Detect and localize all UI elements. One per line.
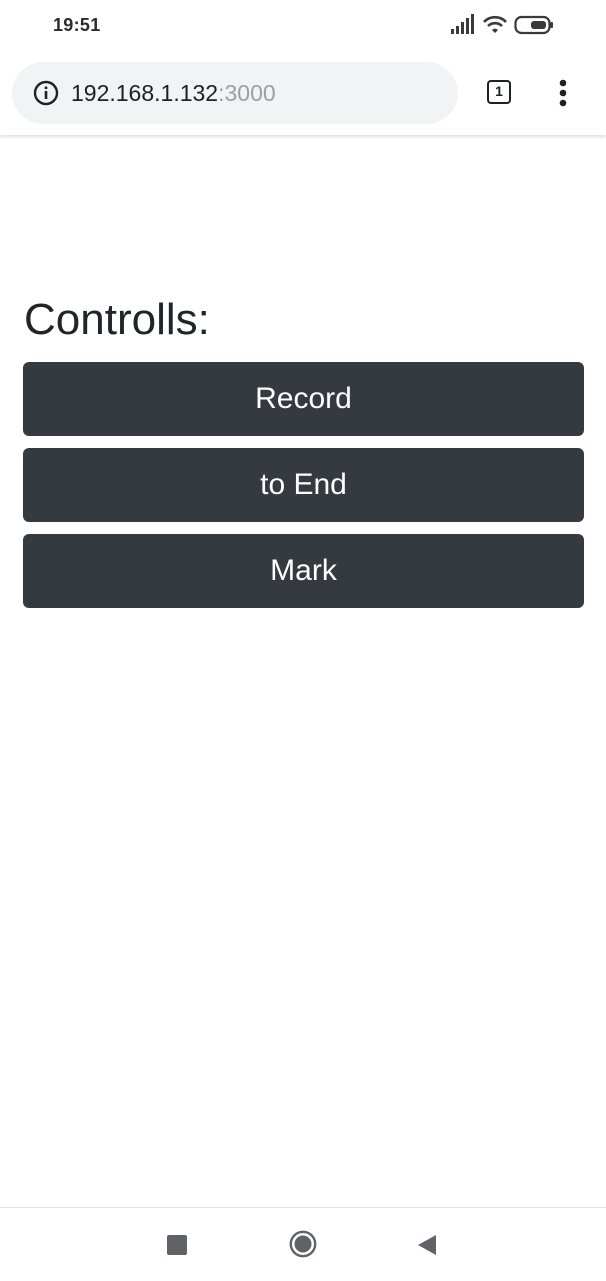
url-host: 192.168.1.132 bbox=[71, 80, 219, 106]
url-port: :3000 bbox=[218, 80, 276, 106]
recent-apps-icon[interactable] bbox=[167, 1235, 187, 1255]
info-icon[interactable] bbox=[33, 80, 59, 106]
to-end-button[interactable]: to End bbox=[23, 448, 584, 522]
navigation-bar bbox=[0, 1207, 606, 1281]
browser-toolbar: 192.168.1.132:3000 1 bbox=[0, 52, 606, 135]
signal-icon bbox=[451, 14, 474, 34]
back-icon[interactable] bbox=[415, 1232, 439, 1258]
status-bar: 19:51 bbox=[0, 0, 606, 52]
mark-button[interactable]: Mark bbox=[23, 534, 584, 608]
status-time: 19:51 bbox=[53, 15, 101, 35]
address-bar[interactable]: 192.168.1.132:3000 bbox=[12, 62, 458, 124]
more-vert-icon[interactable] bbox=[548, 76, 578, 110]
tab-switcher-icon[interactable]: 1 bbox=[487, 80, 511, 104]
home-icon[interactable] bbox=[289, 1230, 317, 1258]
page-title: Controlls: bbox=[24, 295, 210, 344]
wifi-icon bbox=[483, 15, 507, 33]
url-text[interactable]: 192.168.1.132:3000 bbox=[71, 79, 276, 107]
battery-icon bbox=[514, 15, 553, 35]
record-button[interactable]: Record bbox=[23, 362, 584, 436]
